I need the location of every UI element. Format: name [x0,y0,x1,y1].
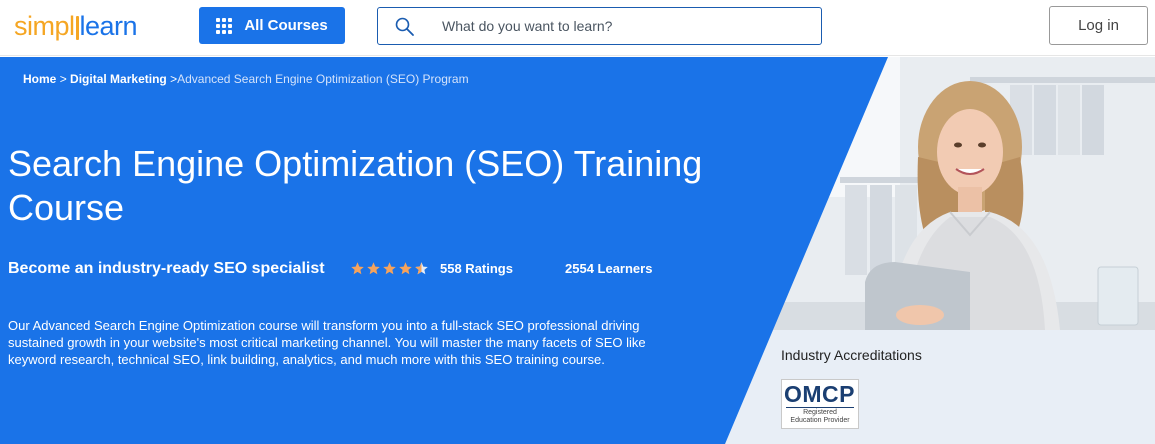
breadcrumb-digital-marketing[interactable]: Digital Marketing [70,72,167,86]
all-courses-label: All Courses [244,17,328,34]
breadcrumb-current: Advanced Search Engine Optimization (SEO… [177,72,469,86]
ratings-count: 558 Ratings [440,261,513,276]
course-rating: 558 Ratings [350,261,513,276]
course-subtitle: Become an industry-ready SEO specialist [8,260,325,277]
breadcrumb-separator: > [59,72,67,86]
search-box [377,7,822,45]
star-half-icon [415,262,428,275]
star-icon [351,262,364,275]
omcp-logo-text: OMCP [784,381,855,407]
page-title: Search Engine Optimization (SEO) Trainin… [8,143,703,228]
all-courses-button[interactable]: All Courses [199,7,345,44]
login-button[interactable]: Log in [1049,6,1148,45]
search-input[interactable] [442,16,802,36]
omcp-badge-caption: Registered Education Provider [790,409,850,424]
hero-blue-background [0,57,888,444]
course-description: Our Advanced Search Engine Optimization … [8,318,646,367]
star-icon [383,262,396,275]
breadcrumb-home[interactable]: Home [23,72,56,86]
omcp-badge: OMCP Registered Education Provider [781,379,859,429]
star-icon [367,262,380,275]
learners-count: 2554 Learners [565,261,653,276]
grid-icon [216,17,233,34]
accreditations-title: Industry Accreditations [781,347,922,363]
site-header: simpllearn All Courses Log in [0,0,1155,56]
breadcrumb: Home > Digital Marketing >Advanced Searc… [23,72,469,86]
star-rating [350,261,429,276]
search-icon[interactable] [394,16,416,38]
star-icon [399,262,412,275]
hero-section: Home > Digital Marketing >Advanced Searc… [0,57,1155,444]
simplilearn-logo[interactable]: simpl learn [14,11,138,41]
